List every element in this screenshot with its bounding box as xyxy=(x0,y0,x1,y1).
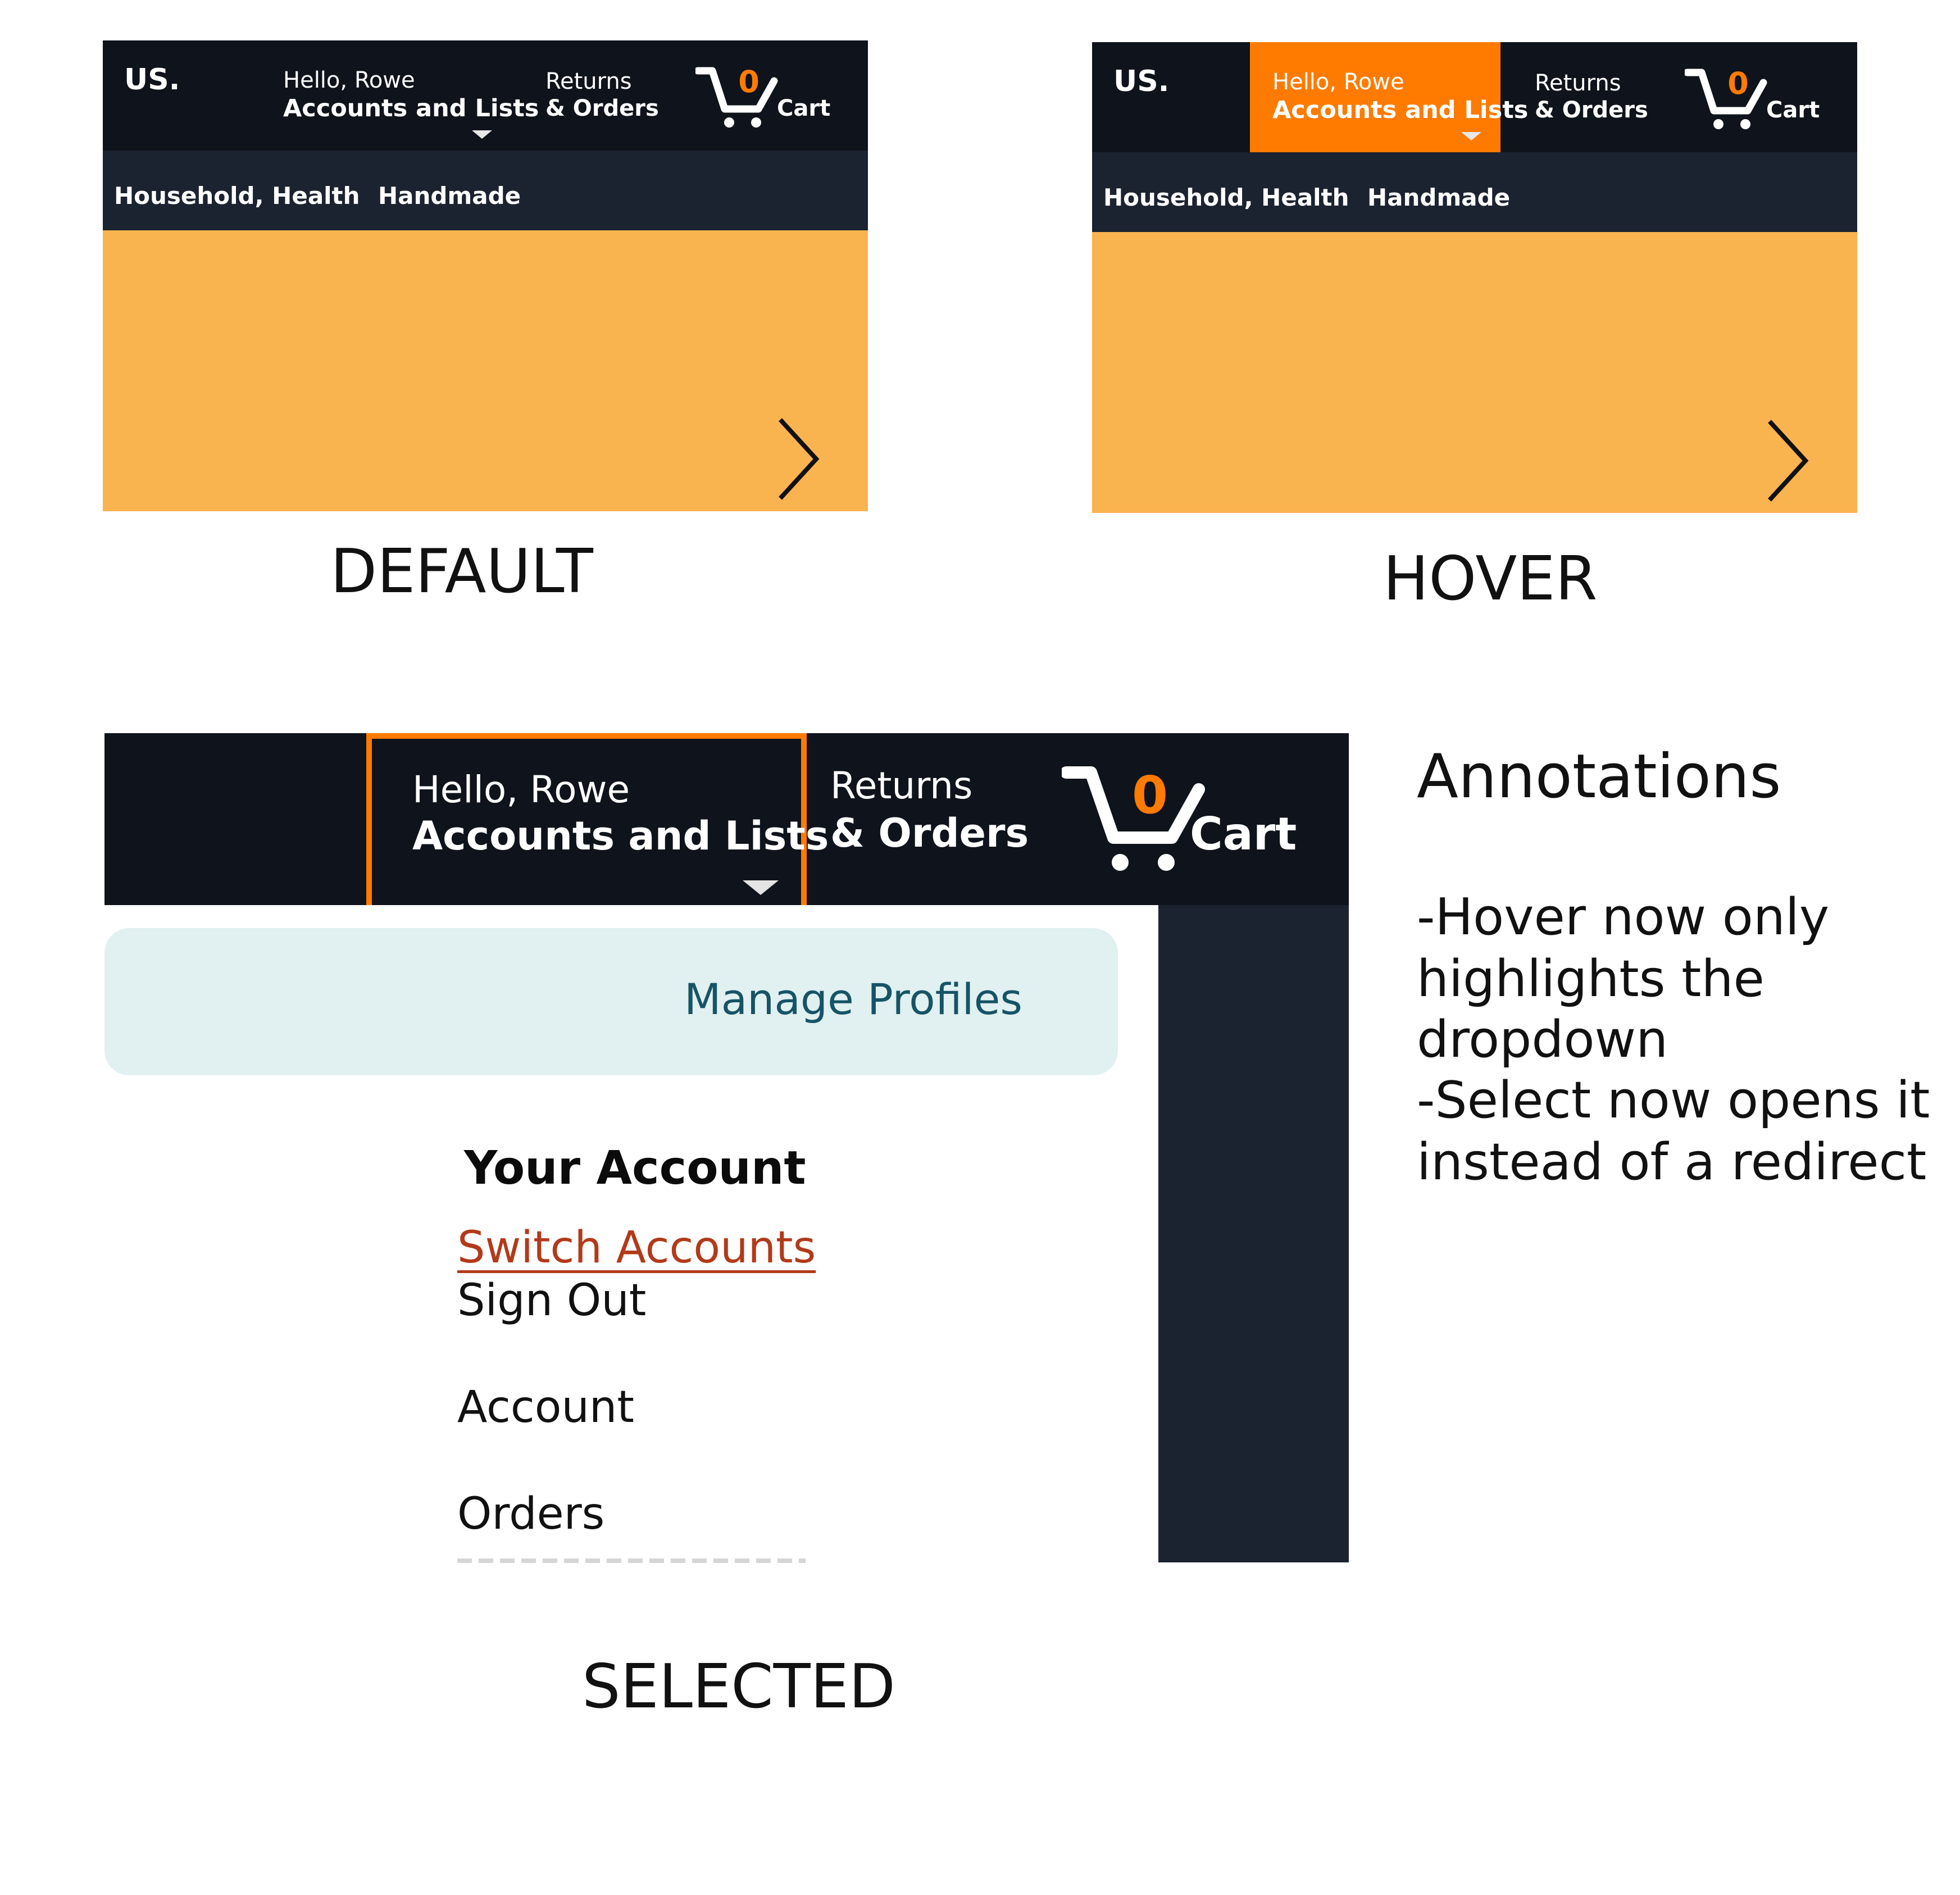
subnav-item-handmade[interactable]: Handmade xyxy=(1367,184,1510,211)
default-nav-mockup: US. Hello, Rowe Accounts and Lists Retur… xyxy=(103,40,868,511)
account-lists-label: Accounts and Lists xyxy=(283,94,539,122)
your-account-heading: Your Account xyxy=(464,1142,806,1195)
state-label-hover: HOVER xyxy=(1383,544,1598,614)
switch-accounts-link[interactable]: Switch Accounts xyxy=(457,1223,816,1273)
manage-profiles-link[interactable]: Manage Profiles xyxy=(684,974,1022,1024)
cart-icon[interactable]: 0 xyxy=(1062,761,1208,874)
returns-link-line1[interactable]: Returns xyxy=(545,69,632,94)
returns-link-line1[interactable]: Returns xyxy=(1535,70,1621,96)
annotation-line: dropdown xyxy=(1417,1010,1668,1069)
faded-cutoff-item xyxy=(457,1558,806,1563)
caret-down-icon xyxy=(1461,132,1481,140)
account-lists-label: Accounts and Lists xyxy=(1272,96,1529,124)
chevron-right-icon[interactable] xyxy=(1758,416,1820,506)
hover-nav-mockup: US. Hello, Rowe Accounts and Lists Retur… xyxy=(1092,42,1857,513)
sub-nav-column xyxy=(1158,905,1349,1562)
cart-count: 0 xyxy=(1727,66,1749,101)
greeting-text: Hello, Rowe xyxy=(1272,69,1404,95)
cart-icon[interactable]: 0 xyxy=(695,64,780,130)
annotation-line: highlights the xyxy=(1417,949,1765,1008)
orders-link[interactable]: Orders xyxy=(457,1489,604,1539)
cart-label[interactable]: Cart xyxy=(1190,808,1297,860)
account-lists-label: Accounts and Lists xyxy=(412,813,829,859)
subnav-item-handmade[interactable]: Handmade xyxy=(378,182,521,210)
site-logo[interactable]: US. xyxy=(124,63,180,97)
returns-link-line2[interactable]: & Orders xyxy=(545,96,659,121)
hero-banner xyxy=(103,230,868,511)
annotations-title: Annotations xyxy=(1417,742,1781,812)
account-link[interactable]: Account xyxy=(457,1382,634,1433)
cart-count: 0 xyxy=(1132,765,1168,825)
greeting-text: Hello, Rowe xyxy=(283,67,415,93)
returns-link-line2[interactable]: & Orders xyxy=(830,810,1029,856)
cart-icon[interactable]: 0 xyxy=(1685,66,1769,132)
cart-label[interactable]: Cart xyxy=(1766,97,1820,123)
subnav-item-household[interactable]: Household, Health xyxy=(1103,184,1349,211)
caret-down-icon xyxy=(472,130,492,139)
account-dropdown-trigger[interactable]: Hello, Rowe Accounts and Lists xyxy=(261,40,539,151)
state-label-default: DEFAULT xyxy=(330,537,593,607)
annotation-line: instead of a redirect xyxy=(1417,1133,1927,1192)
subnav-item-household[interactable]: Household, Health xyxy=(114,182,360,210)
caret-down-icon xyxy=(743,880,779,895)
account-dropdown-trigger-hovered[interactable]: Hello, Rowe Accounts and Lists xyxy=(1250,42,1528,152)
chevron-right-icon[interactable] xyxy=(769,414,831,504)
sign-out-link[interactable]: Sign Out xyxy=(457,1275,646,1326)
annotation-line: -Select now opens it xyxy=(1417,1071,1930,1130)
greeting-text: Hello, Rowe xyxy=(412,768,630,811)
account-dropdown-trigger-selected[interactable]: Hello, Rowe Accounts and Lists xyxy=(366,733,829,905)
site-logo[interactable]: US. xyxy=(1113,65,1169,98)
returns-link-line1[interactable]: Returns xyxy=(830,764,972,807)
cart-count: 0 xyxy=(738,64,760,99)
annotation-line: -Hover now only xyxy=(1417,888,1830,947)
returns-link-line2[interactable]: & Orders xyxy=(1535,97,1648,123)
cart-label[interactable]: Cart xyxy=(777,96,830,121)
hero-banner xyxy=(1092,232,1857,513)
state-label-selected: SELECTED xyxy=(582,1652,895,1722)
